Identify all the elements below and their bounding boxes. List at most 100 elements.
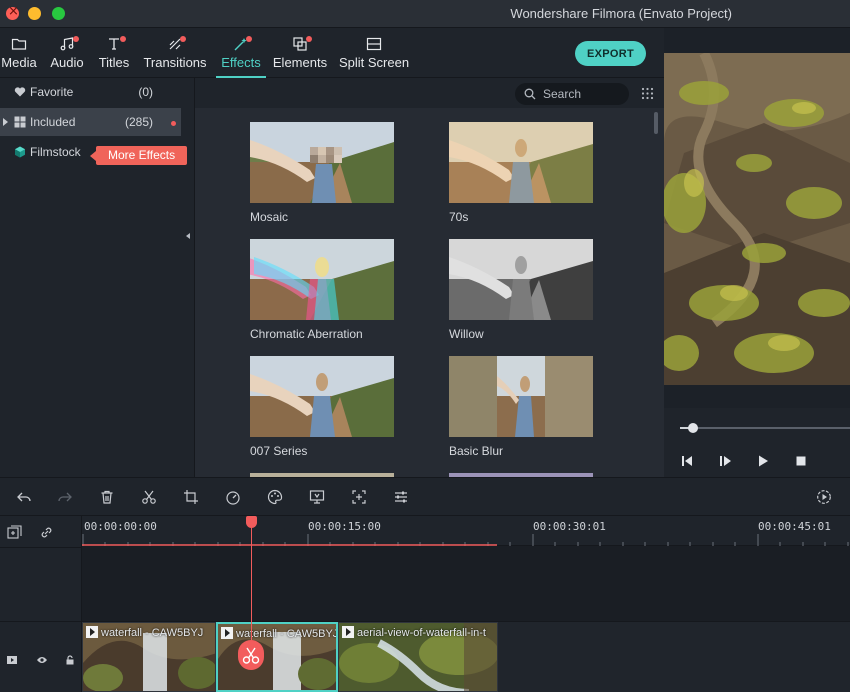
- delete-trash-icon[interactable]: [99, 489, 115, 505]
- category-filmstock[interactable]: Filmstock: [0, 138, 90, 166]
- divider: [0, 547, 82, 548]
- category-favorite[interactable]: Favorite (0): [0, 78, 181, 106]
- effect-thumbnail: [449, 239, 593, 320]
- clip-name: waterfall - CAW5BYJ: [101, 627, 204, 639]
- category-label: Favorite: [30, 85, 74, 99]
- effects-category-panel: Favorite (0) Included (285) Filmstock Mo…: [0, 78, 195, 477]
- expand-caret-icon[interactable]: [3, 118, 8, 126]
- tab-label: Elements: [272, 55, 328, 70]
- freeze-frame-icon[interactable]: [351, 489, 367, 505]
- timeline-ruler[interactable]: 00:00:00:00 00:00:15:00 00:00:30:01 00:0…: [82, 516, 850, 546]
- effect-mosaic[interactable]: Mosaic: [250, 122, 394, 224]
- effect-label: 70s: [449, 210, 469, 224]
- audio-mixer-icon[interactable]: [393, 489, 409, 505]
- timecode-label: 00:00:45:01: [758, 520, 831, 533]
- search-input[interactable]: Search: [515, 83, 629, 105]
- tab-effects[interactable]: Effects: [216, 28, 266, 78]
- category-label: Filmstock: [30, 145, 81, 159]
- effect-70s[interactable]: 70s: [449, 122, 593, 224]
- collapse-panel-arrow-icon[interactable]: [186, 233, 190, 239]
- cut-scissors-icon[interactable]: [141, 489, 157, 505]
- search-icon: [524, 88, 536, 100]
- tab-transitions[interactable]: Transitions: [141, 28, 209, 78]
- effect-thumbnail: [250, 239, 394, 320]
- speed-gauge-icon[interactable]: [225, 489, 241, 505]
- window-maximize-button[interactable]: [52, 7, 65, 20]
- play-icon[interactable]: [756, 454, 770, 468]
- link-icon[interactable]: [39, 525, 54, 540]
- scissors-icon: [242, 647, 260, 664]
- tab-audio[interactable]: Audio: [48, 28, 86, 78]
- clip-name: aerial-view-of-waterfall-in-t: [357, 627, 486, 639]
- effects-grid-header: Search: [195, 78, 664, 108]
- timecode-label: 00:00:00:00: [84, 520, 157, 533]
- tab-label: Split Screen: [338, 55, 410, 70]
- clip-play-icon: [86, 626, 98, 638]
- timeline-clip-selected[interactable]: waterfall - CAW5BYJ: [216, 622, 338, 692]
- effect-thumbnail: [449, 122, 593, 203]
- tab-titles[interactable]: Titles: [95, 28, 133, 78]
- redo-icon[interactable]: [57, 489, 73, 505]
- category-count: (285): [124, 115, 153, 129]
- effect-thumbnail: [449, 356, 593, 437]
- category-count: (0): [138, 85, 153, 99]
- filmstock-cube-icon: [15, 146, 25, 158]
- search-placeholder: Search: [543, 87, 582, 101]
- tab-new-dot: [120, 36, 126, 42]
- crop-icon[interactable]: [183, 489, 199, 505]
- effect-thumbnail: [250, 356, 394, 437]
- tab-elements[interactable]: Elements: [272, 28, 328, 78]
- effect-label: 007 Series: [250, 444, 308, 458]
- color-palette-icon[interactable]: [267, 489, 283, 505]
- main-tabs: Media Audio Titles Transitions Effects E…: [0, 28, 664, 78]
- grid-icon: [14, 116, 26, 128]
- clip-play-icon: [342, 626, 354, 638]
- add-track-icon[interactable]: [7, 525, 22, 540]
- preview-video: [664, 53, 850, 385]
- eye-visibility-icon[interactable]: [36, 654, 48, 666]
- playback-scrubber[interactable]: [680, 427, 850, 429]
- title-bar: Wondershare Filmora (Envato Project): [0, 0, 850, 28]
- effect-willow[interactable]: Willow: [449, 239, 593, 341]
- effect-thumbnail: [250, 122, 394, 203]
- tab-new-dot: [73, 36, 79, 42]
- tab-label: Effects: [221, 55, 261, 70]
- timeline-clip[interactable]: waterfall - CAW5BYJ: [82, 622, 216, 692]
- effect-chromatic-aberration[interactable]: Chromatic Aberration: [250, 239, 394, 341]
- more-effects-badge[interactable]: More Effects: [89, 146, 188, 165]
- grid-scrollbar[interactable]: [654, 112, 658, 134]
- category-label: Included: [30, 115, 76, 129]
- lock-icon[interactable]: [64, 654, 76, 666]
- effect-label: Willow: [449, 327, 484, 341]
- timeline[interactable]: 00:00:00:00 00:00:15:00 00:00:30:01 00:0…: [82, 516, 850, 692]
- category-included[interactable]: Included (285): [0, 108, 181, 136]
- window-close-button[interactable]: [6, 4, 19, 20]
- stop-icon[interactable]: [794, 454, 808, 468]
- undo-icon[interactable]: [16, 489, 32, 505]
- previous-frame-icon[interactable]: [680, 454, 694, 468]
- scrubber-handle[interactable]: [688, 423, 698, 433]
- green-screen-icon[interactable]: [309, 489, 325, 505]
- window-minimize-button[interactable]: [28, 7, 41, 20]
- tab-split-screen[interactable]: Split Screen: [337, 28, 411, 78]
- grid-view-icon[interactable]: [641, 87, 654, 100]
- tab-new-dot: [306, 36, 312, 42]
- render-preview-icon[interactable]: [816, 489, 832, 505]
- effect-basic-blur[interactable]: Basic Blur: [449, 356, 593, 458]
- ruler-ticks: [82, 534, 849, 546]
- timeline-clip[interactable]: aerial-view-of-waterfall-in-t: [338, 622, 498, 692]
- effect-label: Mosaic: [250, 210, 289, 224]
- new-dot: [171, 121, 176, 126]
- play-pause-toggle-icon[interactable]: [718, 454, 732, 468]
- tab-label: Transitions: [143, 55, 207, 70]
- filmora-window: Wondershare Filmora (Envato Project) Med…: [0, 0, 850, 692]
- divider: [0, 621, 82, 622]
- effects-grid: Mosaic 70s Chromatic Aberration Willow 0…: [195, 108, 664, 477]
- tab-label: Audio: [50, 55, 84, 70]
- tab-label: Media: [1, 55, 37, 70]
- split-at-playhead-button[interactable]: [238, 640, 264, 670]
- tab-media[interactable]: Media: [0, 28, 38, 78]
- effect-007-series[interactable]: 007 Series: [250, 356, 394, 458]
- playhead-handle[interactable]: [246, 516, 257, 528]
- export-button[interactable]: EXPORT: [575, 41, 646, 66]
